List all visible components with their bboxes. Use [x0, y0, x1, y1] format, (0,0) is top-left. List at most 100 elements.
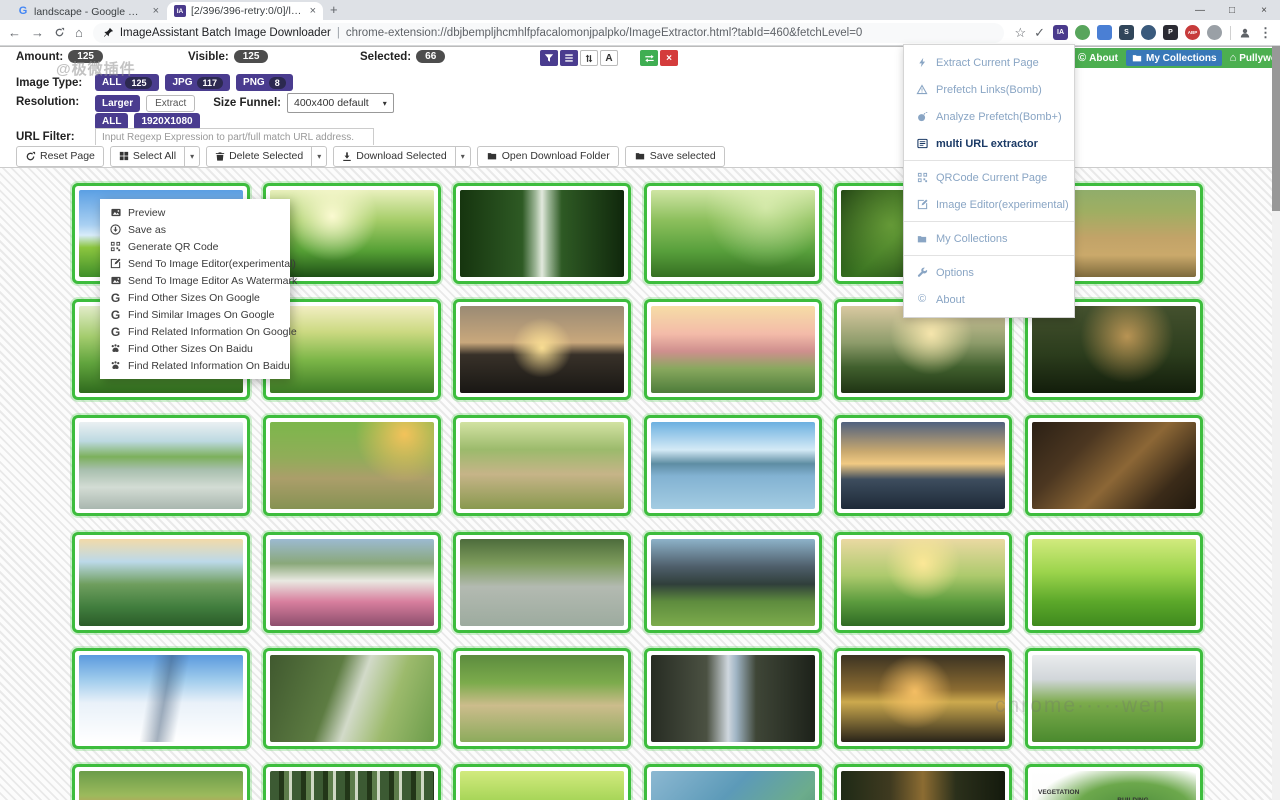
image-thumbnail[interactable] — [651, 422, 815, 509]
image-card-garden-circle-path[interactable] — [453, 648, 631, 749]
image-thumbnail[interactable]: VEGETATIONBUILDING — [1032, 771, 1196, 800]
reset-page-button[interactable]: Reset Page — [16, 146, 104, 167]
image-thumbnail[interactable] — [841, 771, 1005, 800]
image-thumbnail[interactable] — [651, 771, 815, 800]
download-selected-button[interactable]: Download Selected — [333, 146, 455, 167]
translate-extension-icon[interactable] — [1097, 25, 1112, 40]
select-all-dropdown-arrow[interactable]: ▾ — [184, 146, 200, 167]
resolution-extract[interactable]: Extract — [146, 95, 195, 112]
dropdown-item-analyze-prefetch-bomb-[interactable]: Analyze Prefetch(Bomb+) — [904, 103, 1074, 130]
image-thumbnail[interactable] — [270, 539, 434, 626]
image-card-green-meadow[interactable] — [453, 764, 631, 800]
delete-selected-dropdown-arrow[interactable]: ▾ — [311, 146, 327, 167]
image-thumbnail[interactable] — [460, 306, 624, 393]
image-card-aerial-garden-fence[interactable] — [263, 648, 441, 749]
image-thumbnail[interactable] — [651, 539, 815, 626]
back-icon[interactable]: ← — [8, 25, 21, 40]
image-thumbnail[interactable] — [1032, 306, 1196, 393]
image-type-jpg[interactable]: JPG117 — [165, 74, 230, 91]
image-thumbnail[interactable] — [270, 771, 434, 800]
image-thumbnail[interactable] — [79, 655, 243, 742]
image-card-circular-patio-garden[interactable] — [453, 532, 631, 633]
image-card-garden-steps-flowers[interactable] — [453, 415, 631, 516]
image-thumbnail[interactable] — [1032, 539, 1196, 626]
image-card-snowy-mountains[interactable] — [72, 648, 250, 749]
minimize-button[interactable]: — — [1184, 0, 1216, 20]
open-download-folder-button[interactable]: Open Download Folder — [477, 146, 619, 167]
image-card-dark-trees-sunset[interactable] — [834, 764, 1012, 800]
context-menu-item-send-to-image-editor-as-watermark[interactable]: Send To Image Editor As Watermark — [100, 272, 290, 289]
scrollbar[interactable] — [1272, 46, 1280, 800]
image-thumbnail[interactable] — [270, 655, 434, 742]
image-thumbnail[interactable] — [651, 306, 815, 393]
image-thumbnail[interactable] — [841, 539, 1005, 626]
context-menu-item-save-as[interactable]: Save as — [100, 221, 290, 238]
refresh-icon[interactable] — [54, 27, 65, 38]
image-card-canyon-waterfall[interactable] — [644, 648, 822, 749]
check-extension-icon[interactable]: ✓ — [1034, 25, 1045, 41]
context-menu-item-find-other-sizes-on-baidu[interactable]: Find Other Sizes On Baidu — [100, 340, 290, 357]
image-card-forest-trunks[interactable] — [263, 764, 441, 800]
image-card-ridge-path-lakes[interactable] — [72, 532, 250, 633]
image-thumbnail[interactable] — [79, 422, 243, 509]
omnibox[interactable]: ImageAssistant Batch Image Downloader | … — [93, 23, 1005, 43]
image-thumbnail[interactable] — [1032, 422, 1196, 509]
image-card-lake-mountain-clouds[interactable] — [644, 415, 822, 516]
s-extension-icon[interactable]: S — [1119, 25, 1134, 40]
image-card-garden-stone-path[interactable] — [263, 415, 441, 516]
abp-extension-icon[interactable]: ABP — [1185, 25, 1200, 40]
image-card-sunset-tree-reflection[interactable] — [453, 299, 631, 400]
image-thumbnail[interactable] — [841, 422, 1005, 509]
swap-view-button[interactable] — [640, 50, 658, 66]
image-card-aerial-green-park[interactable] — [644, 183, 822, 284]
image-thumbnail[interactable] — [270, 306, 434, 393]
nav-about[interactable]: ©About — [1073, 50, 1123, 66]
filter-view-button[interactable] — [540, 50, 558, 66]
dropdown-item-multi-url-extractor[interactable]: multi URL extractor — [904, 130, 1074, 157]
sort-view-button[interactable] — [580, 50, 598, 66]
context-menu-item-find-other-sizes-on-google[interactable]: GFind Other Sizes On Google — [100, 289, 290, 306]
forward-icon[interactable]: → — [31, 25, 44, 40]
save-selected-button[interactable]: Save selected — [625, 146, 725, 167]
tab-close-icon[interactable]: × — [153, 5, 159, 17]
image-card-sunset-green-hills[interactable] — [834, 532, 1012, 633]
compass-extension-icon[interactable] — [1207, 25, 1222, 40]
new-tab-button[interactable]: + — [330, 2, 338, 17]
letterA-view-button[interactable]: A — [600, 50, 618, 66]
image-card-dark-mountain-field[interactable] — [644, 532, 822, 633]
scrollbar-thumb[interactable] — [1272, 46, 1280, 211]
image-type-png[interactable]: PNG8 — [236, 74, 293, 91]
dropdown-item-extract-current-page[interactable]: Extract Current Page — [904, 49, 1074, 76]
select-all-button[interactable]: Select All — [110, 146, 185, 167]
home-icon[interactable]: ⌂ — [75, 25, 83, 40]
context-menu-item-send-to-image-editor-experimental-[interactable]: Send To Image Editor(experimental) — [100, 255, 290, 272]
image-card-bright-green-field[interactable] — [1025, 532, 1203, 633]
tab-close-icon[interactable]: × — [310, 5, 316, 17]
image-thumbnail[interactable] — [651, 655, 815, 742]
image-thumbnail[interactable] — [460, 655, 624, 742]
image-card-pink-sunset-pagoda[interactable] — [644, 299, 822, 400]
dropdown-item-prefetch-links-bomb-[interactable]: Prefetch Links(Bomb) — [904, 76, 1074, 103]
maximize-button[interactable]: □ — [1216, 0, 1248, 20]
image-card-vegetation-diagram[interactable]: VEGETATIONBUILDING — [1025, 764, 1203, 800]
context-menu-item-find-similar-images-on-google[interactable]: GFind Similar Images On Google — [100, 306, 290, 323]
p-extension-icon[interactable]: P — [1163, 25, 1178, 40]
context-menu-item-find-related-information-on-google[interactable]: GFind Related Information On Google — [100, 323, 290, 340]
browser-menu-icon[interactable]: ⋮ — [1259, 25, 1272, 41]
resolution-larger[interactable]: Larger — [95, 95, 140, 112]
closeX-view-button[interactable]: × — [660, 50, 678, 66]
image-card-forest-waterfall[interactable] — [453, 183, 631, 284]
image-card-aerial-water-swirl[interactable] — [644, 764, 822, 800]
profile-icon[interactable] — [1239, 27, 1251, 39]
dropdown-item-my-collections[interactable]: My Collections — [904, 225, 1074, 252]
context-menu-item-preview[interactable]: Preview — [100, 204, 290, 221]
bookmark-star-icon[interactable]: ☆ — [1014, 25, 1026, 41]
dropdown-item-qrcode-current-page[interactable]: QRCode Current Page — [904, 164, 1074, 191]
image-thumbnail[interactable] — [270, 422, 434, 509]
green-extension-icon[interactable] — [1075, 25, 1090, 40]
image-thumbnail[interactable] — [460, 422, 624, 509]
image-card-flower-garden[interactable] — [72, 764, 250, 800]
download-selected-dropdown-arrow[interactable]: ▾ — [455, 146, 471, 167]
list-view-button[interactable] — [560, 50, 578, 66]
image-card-sunset-lake-trees[interactable] — [834, 648, 1012, 749]
